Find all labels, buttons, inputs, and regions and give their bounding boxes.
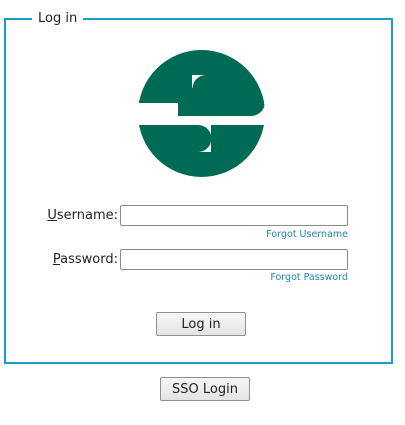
password-label-text: assword:: [60, 252, 118, 267]
sso-login-button[interactable]: SSO Login: [160, 377, 250, 401]
username-input[interactable]: [120, 205, 348, 226]
password-input[interactable]: [120, 249, 348, 270]
forgot-username-link[interactable]: Forgot Username: [220, 229, 348, 241]
login-button[interactable]: Log in: [156, 312, 246, 336]
s-circle-logo-icon: [138, 50, 265, 177]
username-label-text: sername:: [56, 208, 118, 223]
login-page: Log in Username: Forgot Username Passwor…: [0, 0, 405, 425]
fieldset-legend: Log in: [32, 10, 84, 28]
username-label: Username:: [46, 208, 118, 224]
forgot-password-link[interactable]: Forgot Password: [220, 272, 348, 284]
password-label: Password:: [46, 252, 118, 268]
username-accesskey: U: [47, 208, 57, 223]
login-fieldset: Log in Username: Forgot Username Passwor…: [4, 10, 393, 364]
